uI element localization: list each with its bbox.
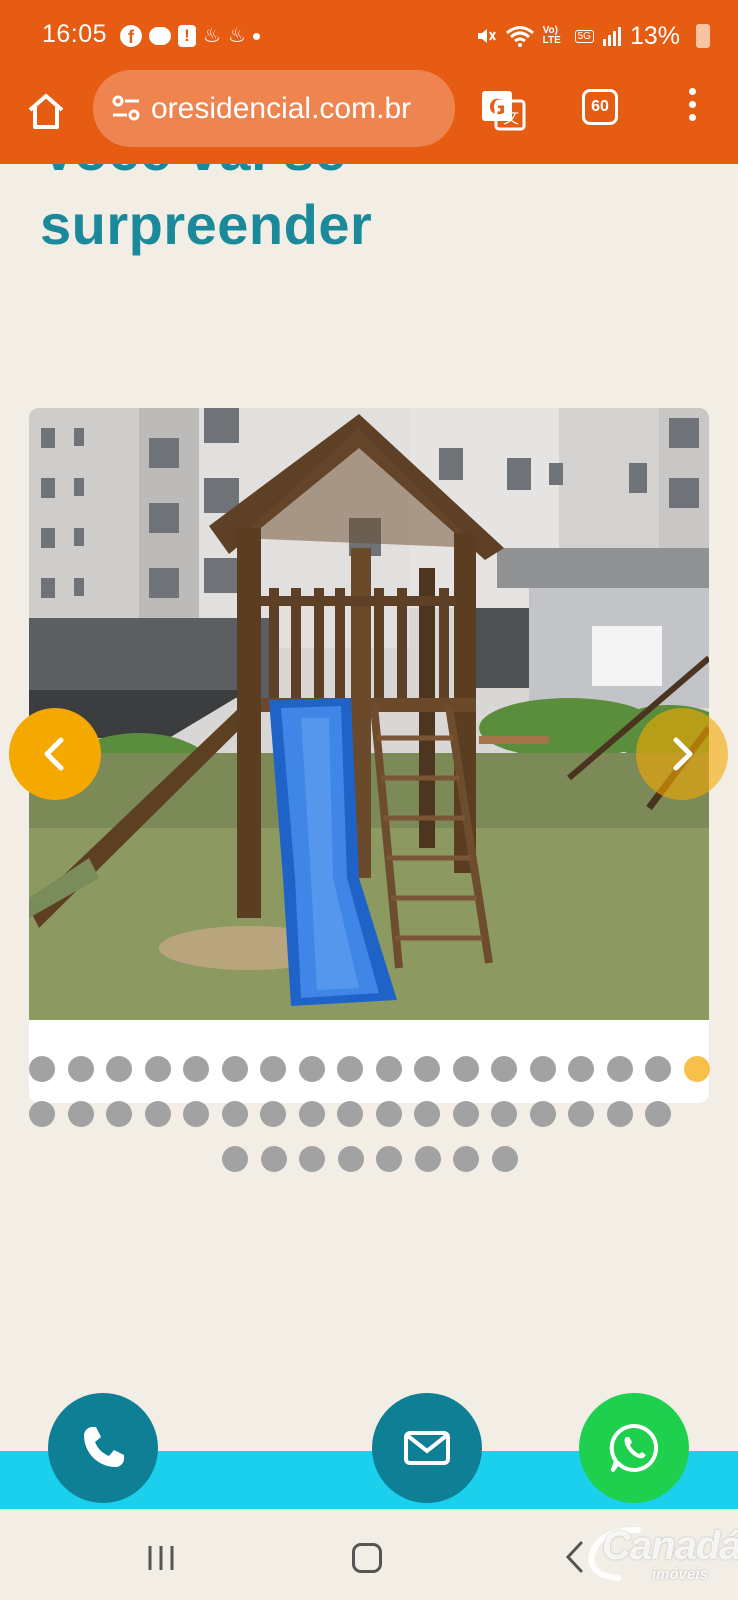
messenger-icon [149, 27, 171, 45]
heading-line-partial: Você vai se [40, 164, 372, 188]
address-bar[interactable]: oresidencial.com.br [93, 70, 455, 147]
carousel-dot[interactable] [452, 1101, 479, 1127]
image-carousel[interactable] [29, 408, 709, 1103]
volte-icon: Vo) LTE [542, 25, 561, 46]
carousel-dot[interactable] [375, 1056, 402, 1082]
carousel-dot[interactable] [67, 1101, 94, 1127]
recents-icon[interactable] [146, 1543, 176, 1573]
carousel-prev-button[interactable] [9, 708, 101, 800]
carousel-dot[interactable] [452, 1056, 479, 1082]
heading-line: surpreender [40, 193, 373, 256]
site-settings-icon[interactable] [111, 94, 141, 122]
carousel-dot[interactable] [29, 1056, 55, 1082]
carousel-dot[interactable] [144, 1101, 171, 1127]
carousel-dots-row-2 [29, 1101, 671, 1127]
carousel-dot[interactable] [568, 1056, 594, 1082]
chevron-left-icon [44, 737, 64, 771]
carousel-dot[interactable] [414, 1056, 440, 1082]
santander-icon: ♨ [227, 25, 246, 47]
carousel-dot[interactable] [183, 1056, 209, 1082]
wifi-icon [505, 26, 534, 47]
carousel-dot[interactable] [529, 1056, 556, 1082]
carousel-dot[interactable] [606, 1101, 633, 1127]
carousel-dot[interactable] [414, 1146, 441, 1172]
battery-icon [696, 24, 710, 48]
carousel-dot[interactable] [29, 1101, 55, 1127]
carousel-dot[interactable] [606, 1056, 633, 1082]
battery-percent: 13% [629, 21, 680, 50]
carousel-dot[interactable] [106, 1101, 132, 1127]
home-icon[interactable] [24, 90, 68, 134]
carousel-dot[interactable] [183, 1101, 209, 1127]
watermark-name: Canadá [602, 1524, 738, 1568]
carousel-dot[interactable] [645, 1101, 671, 1127]
carousel-dot[interactable] [414, 1101, 440, 1127]
carousel-dot[interactable] [491, 1056, 517, 1082]
carousel-dot[interactable] [453, 1146, 479, 1172]
carousel-dot[interactable] [645, 1056, 671, 1082]
system-icons: Vo) LTE 5G 13% [475, 21, 680, 51]
whatsapp-button[interactable] [579, 1393, 689, 1503]
carousel-dot-active[interactable] [683, 1056, 710, 1082]
carousel-dot[interactable] [260, 1101, 286, 1127]
carousel-dots-row-3 [222, 1146, 518, 1172]
carousel-next-button[interactable] [636, 708, 728, 800]
carousel-dot[interactable] [491, 1146, 518, 1172]
browser-toolbar: oresidencial.com.br G 文 60 [0, 70, 738, 164]
dot-icon [252, 32, 260, 40]
status-bar: 16:05 f ! ♨ ♨ Vo) LTE 5G 13% [0, 0, 738, 72]
mute-icon [477, 29, 496, 43]
carousel-dots-row-1 [29, 1056, 710, 1082]
mail-icon [404, 1431, 450, 1465]
tabs-icon[interactable]: 60 [582, 89, 618, 125]
carousel-dot[interactable] [491, 1101, 517, 1127]
notification-icons: f ! ♨ ♨ [120, 21, 260, 51]
5g-icon: 5G [574, 29, 594, 43]
menu-icon[interactable] [684, 88, 700, 128]
phone-button[interactable] [48, 1393, 158, 1503]
santander-icon: ♨ [203, 25, 221, 47]
chevron-right-icon [673, 737, 693, 771]
translate-icon[interactable]: G 文 [480, 89, 526, 131]
carousel-dot[interactable] [222, 1146, 248, 1172]
carousel-dot[interactable] [106, 1056, 132, 1082]
nav-home-icon[interactable] [352, 1543, 382, 1573]
carousel-dot[interactable] [144, 1056, 171, 1082]
url-text[interactable]: oresidencial.com.br [151, 92, 411, 126]
carousel-dot[interactable] [568, 1101, 594, 1127]
watermark-sub: imóveis [652, 1566, 708, 1583]
carousel-dot[interactable] [529, 1101, 556, 1127]
page-heading: Você vai se surpreender [40, 164, 700, 274]
carousel-dot[interactable] [221, 1101, 248, 1127]
carousel-dot[interactable] [337, 1146, 364, 1172]
carousel-dot[interactable] [375, 1101, 402, 1127]
carousel-dot[interactable] [67, 1056, 94, 1082]
signal-icon [602, 27, 621, 46]
carousel-dot[interactable] [298, 1101, 325, 1127]
alert-icon: ! [178, 25, 196, 47]
carousel-dot[interactable] [299, 1146, 325, 1172]
carousel-dot[interactable] [221, 1056, 248, 1082]
carousel-dot[interactable] [337, 1056, 363, 1082]
phone-icon [84, 1427, 124, 1467]
carousel-dot[interactable] [376, 1146, 402, 1172]
carousel-dot[interactable] [260, 1056, 286, 1082]
carousel-image [29, 408, 709, 1020]
watermark-logo: Canadá imóveis [578, 1510, 738, 1590]
carousel-dot[interactable] [337, 1101, 363, 1127]
email-button[interactable] [372, 1393, 482, 1503]
whatsapp-icon [609, 1423, 659, 1472]
facebook-icon: f [120, 25, 142, 47]
carousel-dot[interactable] [260, 1146, 287, 1172]
carousel-dot[interactable] [298, 1056, 325, 1082]
svg-text:文: 文 [503, 108, 519, 127]
status-time: 16:05 [42, 20, 108, 48]
